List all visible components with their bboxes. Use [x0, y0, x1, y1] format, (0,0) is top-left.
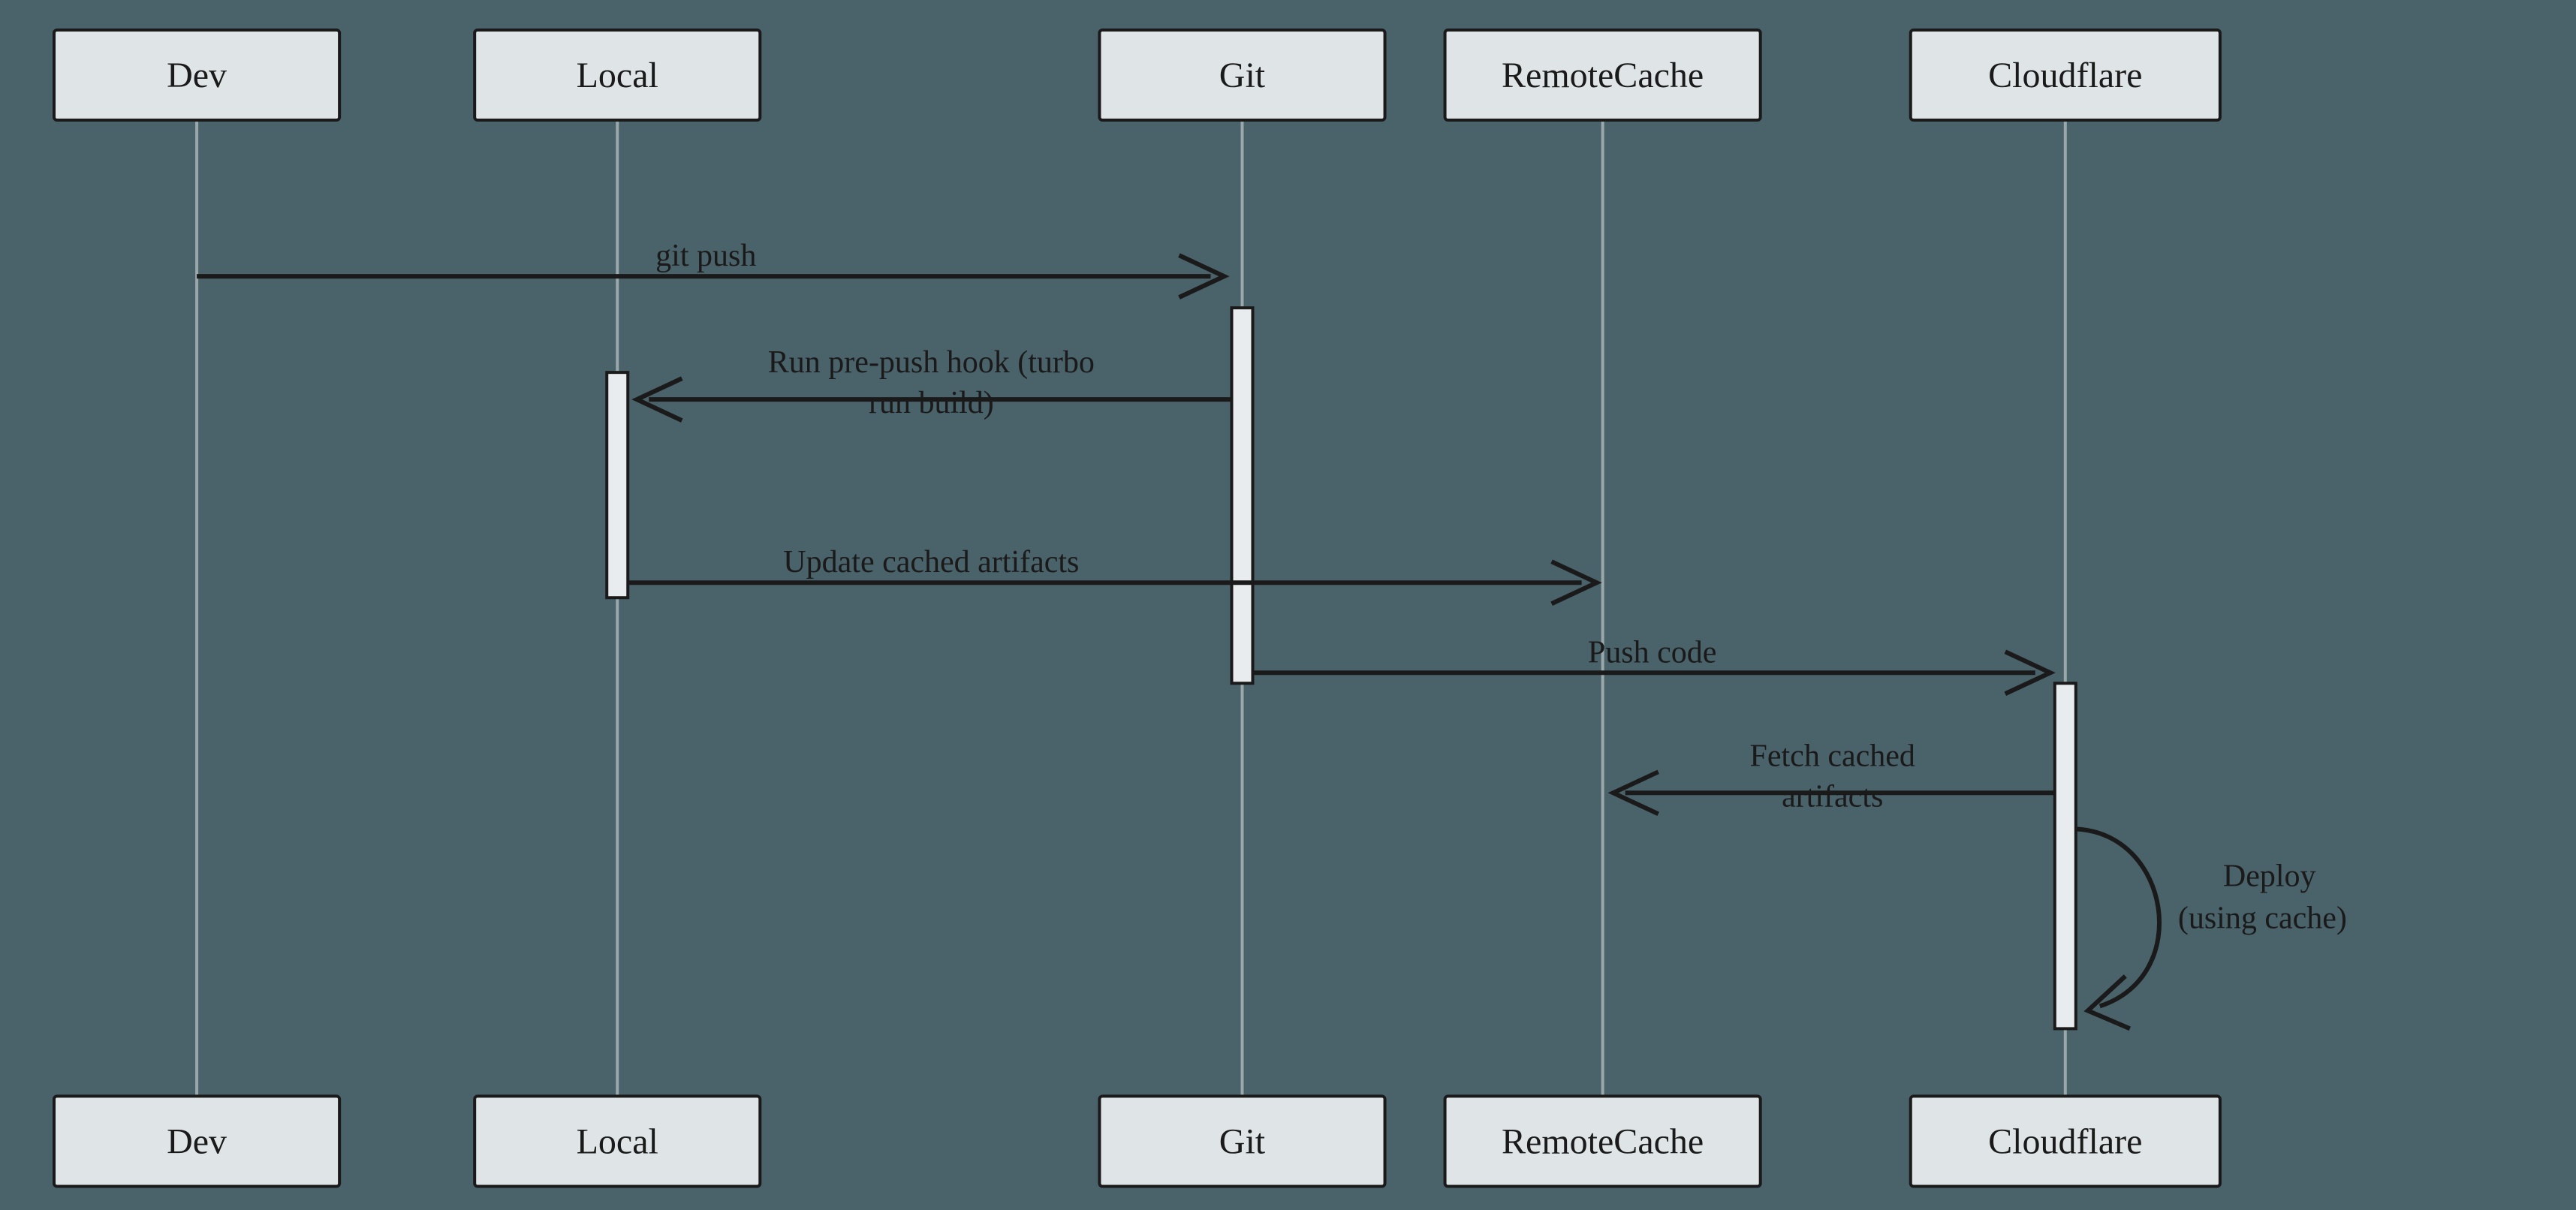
actor-cloudflare-bottom: Cloudflare: [1911, 1096, 2220, 1186]
actor-cloudflare-top-label: Cloudflare: [1988, 56, 2142, 95]
msg-update-artifacts-label: Update cached artifacts: [783, 545, 1079, 579]
actor-local-top-label: Local: [577, 56, 658, 95]
actor-git-top-label: Git: [1219, 56, 1266, 95]
msg-pre-push-hook-label-l2: run build): [869, 386, 994, 420]
actor-git-top: Git: [1099, 30, 1384, 120]
msg-fetch-artifacts: Fetch cached artifacts: [1613, 739, 2055, 814]
actor-dev-bottom-label: Dev: [167, 1121, 227, 1161]
actor-remotecache-bottom-label: RemoteCache: [1502, 1121, 1704, 1161]
msg-fetch-artifacts-label-l2: artifacts: [1782, 779, 1883, 814]
actor-dev-bottom: Dev: [54, 1096, 339, 1186]
activation-cloudflare: [2055, 683, 2076, 1028]
actor-dev-top-label: Dev: [167, 56, 227, 95]
sequence-diagram: Dev Local Git RemoteCache Cloudflare git…: [0, 0, 2576, 1210]
activation-local: [607, 372, 628, 597]
actor-remotecache-top-label: RemoteCache: [1502, 56, 1704, 95]
actor-remotecache-top: RemoteCache: [1445, 30, 1761, 120]
actor-local-bottom: Local: [475, 1096, 760, 1186]
msg-deploy-label-l1: Deploy: [2223, 859, 2316, 893]
actor-dev-top: Dev: [54, 30, 339, 120]
actor-cloudflare-bottom-label: Cloudflare: [1988, 1121, 2142, 1161]
msg-push-code: Push code: [1252, 635, 2050, 694]
msg-deploy-label-l2: (using cache): [2178, 901, 2347, 935]
msg-deploy: Deploy (using cache): [2076, 829, 2347, 1028]
msg-update-artifacts: Update cached artifacts: [628, 545, 1596, 603]
msg-fetch-artifacts-label-l1: Fetch cached: [1750, 739, 1915, 773]
diagram-svg: Dev Local Git RemoteCache Cloudflare git…: [0, 0, 2576, 1210]
actor-remotecache-bottom: RemoteCache: [1445, 1096, 1761, 1186]
msg-push-code-label: Push code: [1588, 635, 1717, 670]
actor-local-top: Local: [475, 30, 760, 120]
msg-git-push: git push: [197, 239, 1224, 297]
msg-pre-push-hook-label-l1: Run pre-push hook (turbo: [768, 345, 1095, 380]
msg-pre-push-hook: Run pre-push hook (turbo run build): [637, 345, 1231, 420]
actor-cloudflare-top: Cloudflare: [1911, 30, 2220, 120]
actor-git-bottom-label: Git: [1219, 1121, 1266, 1161]
actor-local-bottom-label: Local: [577, 1121, 658, 1161]
actor-git-bottom: Git: [1099, 1096, 1384, 1186]
msg-git-push-label: git push: [655, 239, 756, 273]
activation-git: [1231, 308, 1252, 683]
